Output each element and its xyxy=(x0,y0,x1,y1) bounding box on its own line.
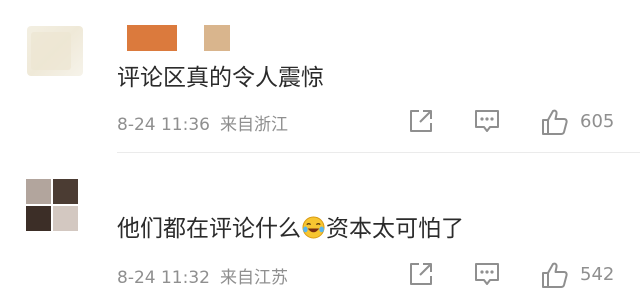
comment-icon xyxy=(475,263,499,285)
comment-item: 他们都在评论什么 资本太可怕了 8-24 11:32 来自江苏 542 xyxy=(0,153,640,296)
share-icon xyxy=(410,110,432,132)
comment-item: 评论区真的令人震惊 8-24 11:36 来自浙江 605 xyxy=(0,0,640,153)
laugh-cry-emoji-icon xyxy=(302,216,325,239)
comment-time: 8-24 11:32 xyxy=(117,268,210,288)
avatar[interactable] xyxy=(26,179,78,231)
comment-time: 8-24 11:36 xyxy=(117,115,210,135)
comment-location: 来自江苏 xyxy=(219,268,288,288)
comment-text: 评论区真的令人震惊 xyxy=(117,65,324,91)
avatar[interactable] xyxy=(27,26,83,76)
like-count: 605 xyxy=(580,111,615,132)
like-button[interactable] xyxy=(541,108,569,136)
like-button[interactable] xyxy=(541,261,569,289)
username-badge-redacted xyxy=(204,25,230,51)
like-count: 542 xyxy=(580,264,615,285)
share-icon xyxy=(410,263,432,285)
comment-button[interactable] xyxy=(474,108,500,134)
comment-meta: 8-24 11:32 来自江苏 xyxy=(117,263,288,288)
comment-text-part: 资本太可怕了 xyxy=(326,216,464,242)
thumbs-up-icon xyxy=(542,109,568,135)
comment-meta: 8-24 11:36 来自浙江 xyxy=(117,110,288,135)
comment-text-part: 他们都在评论什么 xyxy=(117,216,301,242)
thumbs-up-icon xyxy=(542,262,568,288)
comment-text: 他们都在评论什么 资本太可怕了 xyxy=(117,209,464,243)
share-button[interactable] xyxy=(408,261,434,287)
username-redacted[interactable] xyxy=(127,25,177,51)
comment-icon xyxy=(475,110,499,132)
comment-button[interactable] xyxy=(474,261,500,287)
share-button[interactable] xyxy=(408,108,434,134)
comment-location: 来自浙江 xyxy=(219,115,288,135)
